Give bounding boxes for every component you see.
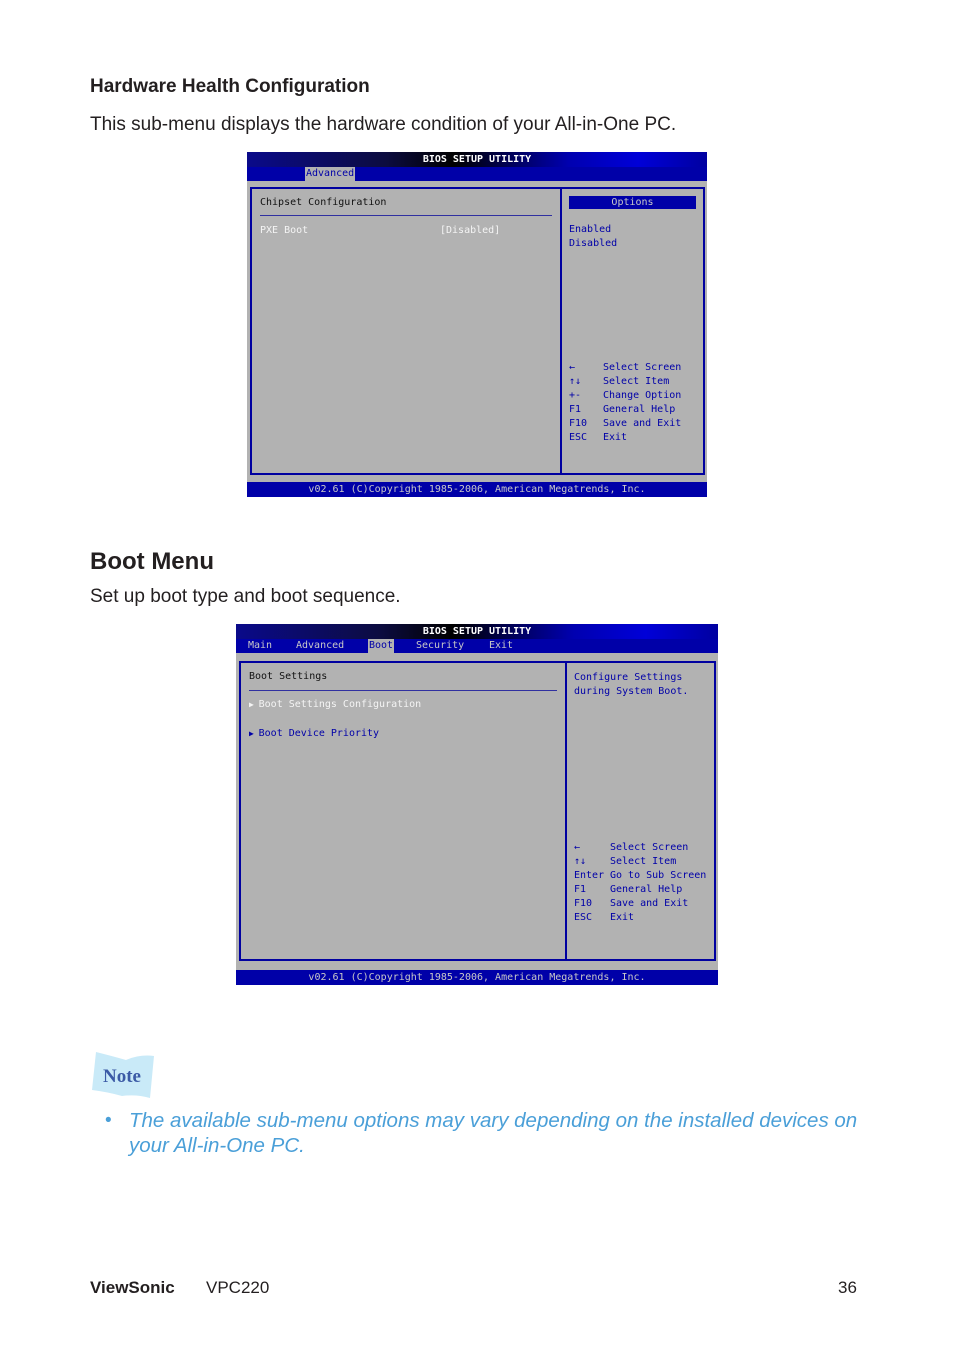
- option-disabled: Disabled: [569, 238, 618, 249]
- section-heading: Hardware Health Configuration: [90, 76, 370, 97]
- bios-title: BIOS SETUP UTILITY: [247, 152, 707, 167]
- tab-exit: Exit: [489, 640, 514, 651]
- right-panel: Configure Settings during System Boot. ← S…: [565, 661, 716, 961]
- bios-screenshot-advanced: BIOS SETUP UTILITY Advanced Chipset Conf…: [247, 152, 707, 497]
- right-panel: Options Enabled Disabled ← Select Screen …: [560, 187, 705, 475]
- bios-tab-bar: Main Advanced Boot Security Exit: [236, 639, 718, 653]
- left-panel: Chipset Configuration PXE Boot [Disabled…: [250, 187, 562, 475]
- tab-advanced: Advanced: [296, 640, 345, 651]
- tab-main: Main: [248, 640, 273, 651]
- section-description: Set up boot type and boot sequence.: [90, 586, 401, 607]
- note-text: The available sub-menu options may vary …: [129, 1109, 858, 1157]
- footer-brand: ViewSonic: [90, 1278, 175, 1297]
- key-help: ← Select Screen ↑↓ Select Item +- Change Op…: [569, 362, 682, 443]
- tab-boot: Boot: [368, 639, 395, 653]
- bios-title: BIOS SETUP UTILITY: [236, 624, 718, 639]
- note-label: Note: [103, 1066, 141, 1087]
- manual-page: Hardware Health Configuration This sub-m…: [0, 0, 954, 1354]
- tab-security: Security: [416, 640, 465, 651]
- page-number: 36: [838, 1278, 857, 1297]
- bios-footer: v02.61 (C)Copyright 1985-2006, American …: [236, 970, 718, 985]
- left-panel: Boot Settings ▶ Boot Settings Configurat…: [239, 661, 567, 961]
- note-book-icon: Note: [92, 1050, 156, 1100]
- bios-screenshot-boot: BIOS SETUP UTILITY Main Advanced Boot Se…: [236, 624, 718, 985]
- divider: [260, 215, 552, 216]
- footer-model: VPC220: [206, 1278, 270, 1297]
- key-help: ← Select Screen ↑↓ Select Item Enter Go to …: [574, 842, 707, 923]
- pxe-boot-value: [Disabled]: [440, 225, 501, 236]
- options-list: Enabled Disabled: [569, 223, 617, 251]
- note-bullet: •: [105, 1110, 112, 1131]
- menu-item-boot-settings-configuration: ▶ Boot Settings Configuration: [249, 699, 422, 710]
- bios-footer: v02.61 (C)Copyright 1985-2006, American …: [247, 482, 707, 497]
- panel-title: Chipset Configuration: [260, 197, 387, 208]
- pxe-boot-label: PXE Boot: [260, 225, 309, 236]
- options-header: Options: [569, 196, 696, 209]
- panel-title: Boot Settings: [249, 671, 328, 682]
- section-description: This sub-menu displays the hardware cond…: [90, 114, 677, 135]
- section-heading: Boot Menu: [90, 548, 214, 575]
- option-enabled: Enabled: [569, 224, 612, 235]
- bios-tab-bar: Advanced: [247, 167, 707, 181]
- item-description: Configure Settings during System Boot.: [574, 672, 689, 697]
- divider: [249, 690, 557, 691]
- menu-item-boot-device-priority: ▶ Boot Device Priority: [249, 728, 380, 739]
- tab-advanced: Advanced: [305, 167, 356, 181]
